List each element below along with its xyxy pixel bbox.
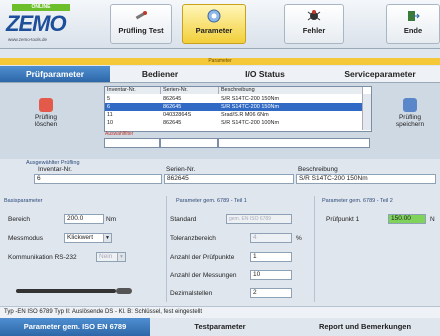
table-row[interactable]: 5 862645 S/R S14TC-200 150Nm: [105, 95, 363, 103]
filter-inventar-input[interactable]: [104, 138, 160, 148]
table-cell: 11: [107, 112, 113, 118]
tolerance-input[interactable]: 4: [250, 233, 292, 243]
zemo-logo: ONLINE ZEMO www.zemo-tools.de: [4, 4, 78, 44]
toolbar: ONLINE ZEMO www.zemo-tools.de Prüfling T…: [0, 0, 440, 49]
exit-button[interactable]: Ende: [386, 4, 440, 44]
table-cell: 10: [107, 120, 114, 126]
measurements-label: Anzahl der Messungen: [170, 272, 237, 279]
brand-name: ZEMO: [6, 11, 67, 36]
exit-icon: [408, 11, 420, 21]
table-cell: 5: [107, 96, 111, 102]
serien-label: Serien-Nr.: [166, 166, 196, 173]
serien-field[interactable]: 862645: [164, 174, 294, 184]
measurements-input[interactable]: 10: [250, 270, 292, 280]
grid-scrollbar[interactable]: [362, 94, 371, 130]
bottom-tabs: Parameter gem. ISO EN 6789 Testparameter…: [0, 318, 440, 336]
col-header-beschreibung[interactable]: Beschreibung: [219, 87, 363, 94]
table-cell: 862645: [163, 96, 182, 102]
chevron-down-icon: ▼: [103, 234, 111, 242]
save-test-button[interactable]: Prüfling speichern: [388, 92, 432, 136]
test-icon: [135, 11, 147, 20]
table-cell: 04032864S: [163, 112, 192, 118]
tab-io-status[interactable]: I/O Status: [210, 66, 320, 82]
filter-serien-input[interactable]: [160, 138, 218, 148]
divider: [166, 196, 167, 302]
save-test-label: Prüfling speichern: [395, 114, 425, 128]
iso-part2-header: Parameter gem. 6789 - Teil 2: [322, 198, 393, 204]
type-info-bar: Typ -EN ISO 6789 Typ II: Auslösende DS -…: [0, 306, 440, 318]
beschreibung-field[interactable]: S/R S14TC-200 150Nm: [296, 174, 436, 184]
filter-label: Auswahlfilter: [105, 131, 134, 137]
table-cell: S/R S14TC-200 150Nm: [221, 96, 280, 102]
delete-icon: [39, 98, 53, 112]
parameter-button-label: Parameter: [195, 26, 233, 35]
divider: [314, 196, 315, 302]
tab-iso-params[interactable]: Parameter gem. ISO EN 6789: [0, 318, 150, 336]
tab-test-params[interactable]: Testparameter: [150, 318, 290, 336]
exit-button-label: Ende: [403, 26, 423, 35]
tab-bediener[interactable]: Bediener: [110, 66, 210, 82]
type-info-text: Typ -EN ISO 6789 Typ II: Auslösende DS -…: [4, 309, 202, 315]
table-row[interactable]: 11 04032864S Srad/S.R M06 6Nm: [105, 111, 363, 119]
range-unit: Nm: [106, 216, 117, 223]
main-tabs: Prüfparameter Bediener I/O Status Servic…: [0, 66, 440, 82]
error-icon: [307, 10, 321, 21]
table-row[interactable]: 10 862645 S/R S14TC-200 100Nm: [105, 119, 363, 127]
comm-label: Kommunikation RS-232: [8, 254, 77, 261]
filter-beschreibung-input[interactable]: [218, 138, 370, 148]
decimals-input[interactable]: 2: [250, 288, 292, 298]
iso-part1-header: Parameter gem. 6789 - Teil 1: [176, 198, 247, 204]
table-cell: S/R S14TC-200 150Nm: [221, 104, 280, 110]
table-cell: 6: [107, 104, 111, 110]
tab-pruefparameter[interactable]: Prüfparameter: [0, 66, 110, 82]
tab-serviceparameter[interactable]: Serviceparameter: [320, 66, 440, 82]
error-button-label: Fehler: [302, 26, 326, 35]
mode-select[interactable]: Klickwert ▼: [64, 233, 112, 243]
standard-field: gem. EN ISO 6789: [226, 214, 292, 224]
comm-value: Nein: [99, 253, 113, 260]
mode-value: Klickwert: [67, 234, 94, 241]
basic-params-header: Basisparameter: [4, 198, 43, 204]
delete-test-label: Prüfling löschen: [34, 114, 58, 128]
test-button[interactable]: Prüfling Test: [110, 4, 172, 44]
torque-wrench-icon: [16, 288, 132, 294]
test-button-label: Prüfling Test: [118, 26, 164, 35]
points-input[interactable]: 1: [250, 252, 292, 262]
checkpoint1-label: Prüfpunkt 1: [326, 216, 360, 223]
save-icon: [403, 98, 417, 112]
col-header-inventar[interactable]: Inventar-Nr.: [105, 87, 161, 94]
mode-label: Messmodus: [8, 235, 44, 242]
tolerance-label: Toleranzbereich: [170, 235, 216, 242]
col-header-serien[interactable]: Serien-Nr.: [161, 87, 219, 94]
chevron-down-icon: ▼: [117, 253, 125, 261]
table-cell: S/R S14TC-200 100Nm: [221, 120, 280, 126]
standard-label: Standard: [170, 216, 197, 223]
test-grid[interactable]: Inventar-Nr. Serien-Nr. Beschreibung 5 86…: [104, 86, 372, 132]
online-badge: ONLINE: [12, 4, 70, 11]
table-cell: Srad/S.R M06 6Nm: [221, 112, 269, 118]
tolerance-unit: %: [296, 235, 302, 242]
decimals-label: Dezimalstellen: [170, 290, 213, 297]
table-row[interactable]: 6 862645 S/R S14TC-200 150Nm: [105, 103, 363, 111]
tab-report[interactable]: Report und Bemerkungen: [290, 318, 440, 336]
beschreibung-label: Beschreibung: [298, 166, 338, 173]
page-title: Parameter: [0, 58, 440, 65]
checkpoint1-unit: N: [430, 216, 435, 223]
comm-select[interactable]: Nein ▼: [96, 252, 126, 262]
parameter-button[interactable]: Parameter: [182, 4, 246, 44]
table-cell: 862645: [163, 104, 182, 110]
checkpoint1-input[interactable]: 150.00: [388, 214, 426, 224]
table-cell: 862645: [163, 120, 182, 126]
range-input[interactable]: 200.0: [64, 214, 104, 224]
error-button[interactable]: Fehler: [284, 4, 344, 44]
parameter-icon: [207, 9, 221, 23]
inventar-label: Inventar-Nr.: [38, 166, 72, 173]
points-label: Anzahl der Prüfpunkte: [170, 254, 235, 261]
inventar-field[interactable]: 6: [34, 174, 162, 184]
range-label: Bereich: [8, 216, 31, 223]
brand-url: www.zemo-tools.de: [8, 37, 48, 42]
delete-test-button[interactable]: Prüfling löschen: [24, 92, 68, 136]
